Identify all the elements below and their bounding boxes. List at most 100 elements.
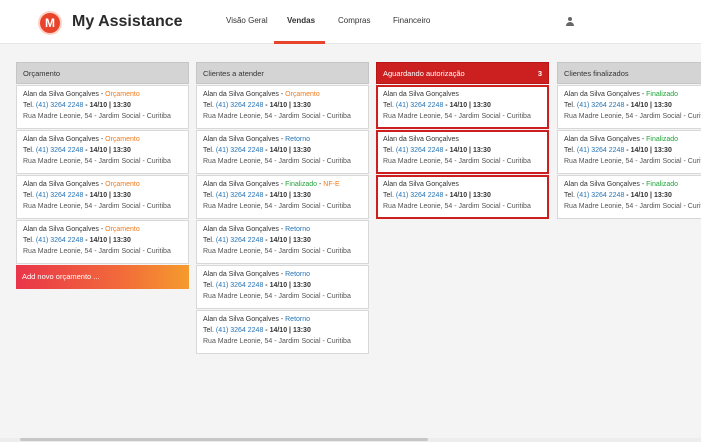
column-header[interactable]: Clientes finalizados <box>557 62 701 84</box>
date-time: - 14/10 | 13:30 <box>85 147 131 154</box>
address: Rua Madre Leonie, 54 - Jardim Social - C… <box>203 203 351 210</box>
client-card[interactable]: Alan da Silva Gonçalves - Orçamento Tel. … <box>16 220 189 264</box>
status-label: Orçamento <box>105 91 140 98</box>
client-card[interactable]: Alan da Silva Gonçalves - Retorno Tel. (4… <box>196 220 369 264</box>
address: Rua Madre Leonie, 54 - Jardim Social - C… <box>23 113 171 120</box>
address: Rua Madre Leonie, 54 - Jardim Social - C… <box>564 113 701 120</box>
phone-number[interactable]: (41) 3264 2248 <box>216 147 263 154</box>
address: Rua Madre Leonie, 54 - Jardim Social - C… <box>383 113 531 120</box>
date-time: - 14/10 | 13:30 <box>85 192 131 199</box>
status-label: Retorno <box>285 226 311 233</box>
nav-visao-geral[interactable]: Visão Geral <box>226 16 268 25</box>
phone-number[interactable]: (41) 3264 2248 <box>577 102 624 109</box>
client-card[interactable]: Alan da Silva Gonçalves - Retorno Tel. (4… <box>196 265 369 309</box>
column-title: Orçamento <box>23 69 61 78</box>
add-orcamento-button[interactable]: Add novo orçamento ... <box>16 265 189 289</box>
phone-number[interactable]: (41) 3264 2248 <box>577 147 624 154</box>
phone-number[interactable]: (41) 3264 2248 <box>396 192 443 199</box>
client-name: Alan da Silva Gonçalves <box>564 136 640 143</box>
client-card[interactable]: Alan da Silva Gonçalves - Retorno Tel. (4… <box>196 310 369 354</box>
column-3: Clientes finalizados Alan da Silva Gonçal… <box>557 62 701 219</box>
client-card[interactable]: Alan da Silva Gonçalves Tel. (41) 3264 22… <box>376 130 549 174</box>
phone-number[interactable]: (41) 3264 2248 <box>216 282 263 289</box>
nav-financeiro[interactable]: Financeiro <box>393 16 430 25</box>
logo-icon[interactable]: M <box>38 11 62 35</box>
client-card[interactable]: Alan da Silva Gonçalves - Retorno Tel. (4… <box>196 130 369 174</box>
address: Rua Madre Leonie, 54 - Jardim Social - C… <box>203 248 351 255</box>
date-time: - 14/10 | 13:30 <box>445 102 491 109</box>
address: Rua Madre Leonie, 54 - Jardim Social - C… <box>203 113 351 120</box>
phone-number[interactable]: (41) 3264 2248 <box>216 192 263 199</box>
tel-label: Tel. <box>23 147 34 154</box>
date-time: - 14/10 | 13:30 <box>265 102 311 109</box>
client-card[interactable]: Alan da Silva Gonçalves - Finalizado Tel.… <box>557 175 701 219</box>
column-2: Aguardando autorização 3 Alan da Silva Gon… <box>376 62 549 219</box>
tel-label: Tel. <box>383 147 394 154</box>
tel-label: Tel. <box>23 237 34 244</box>
phone-number[interactable]: (41) 3264 2248 <box>396 147 443 154</box>
horizontal-scrollbar-thumb[interactable] <box>20 438 428 441</box>
nav-compras[interactable]: Compras <box>338 16 370 25</box>
client-name: Alan da Silva Gonçalves <box>203 271 279 278</box>
phone-number[interactable]: (41) 3264 2248 <box>36 237 83 244</box>
phone-number[interactable]: (41) 3264 2248 <box>36 192 83 199</box>
date-time: - 14/10 | 13:30 <box>445 192 491 199</box>
column-title: Clientes finalizados <box>564 69 629 78</box>
column-title: Aguardando autorização <box>383 69 465 78</box>
column-header[interactable]: Clientes a atender <box>196 62 369 84</box>
client-card[interactable]: Alan da Silva Gonçalves - Finalizado Tel.… <box>557 85 701 129</box>
nav-vendas[interactable]: Vendas <box>287 16 315 25</box>
client-name: Alan da Silva Gonçalves <box>203 316 279 323</box>
address: Rua Madre Leonie, 54 - Jardim Social - C… <box>23 248 171 255</box>
status-label: Orçamento <box>105 181 140 188</box>
phone-number[interactable]: (41) 3264 2248 <box>216 102 263 109</box>
column-count-badge: 3 <box>537 69 542 78</box>
column-title: Clientes a atender <box>203 69 264 78</box>
active-tab-indicator <box>274 41 325 44</box>
phone-number[interactable]: (41) 3264 2248 <box>216 327 263 334</box>
client-name: Alan da Silva Gonçalves <box>23 226 99 233</box>
client-card[interactable]: Alan da Silva Gonçalves Tel. (41) 3264 22… <box>376 175 549 219</box>
client-card[interactable]: Alan da Silva Gonçalves - Orçamento Tel. … <box>16 85 189 129</box>
phone-number[interactable]: (41) 3264 2248 <box>577 192 624 199</box>
client-card[interactable]: Alan da Silva Gonçalves - Orçamento Tel. … <box>196 85 369 129</box>
column-0: Orçamento Alan da Silva Gonçalves - Orçam… <box>16 62 189 289</box>
status-label: Orçamento <box>285 91 320 98</box>
date-time: - 14/10 | 13:30 <box>265 237 311 244</box>
status-label: Finalizado <box>646 136 679 143</box>
client-name: Alan da Silva Gonçalves <box>203 181 279 188</box>
client-card[interactable]: Alan da Silva Gonçalves - Orçamento Tel. … <box>16 130 189 174</box>
client-name: Alan da Silva Gonçalves <box>564 91 640 98</box>
tel-label: Tel. <box>383 102 394 109</box>
client-name: Alan da Silva Gonçalves <box>203 91 279 98</box>
status-label: Retorno <box>285 316 311 323</box>
tel-label: Tel. <box>564 147 575 154</box>
status-label: Finalizado <box>285 181 318 188</box>
client-card[interactable]: Alan da Silva Gonçalves - Orçamento Tel. … <box>16 175 189 219</box>
phone-number[interactable]: (41) 3264 2248 <box>396 102 443 109</box>
date-time: - 14/10 | 13:30 <box>85 237 131 244</box>
client-name: Alan da Silva Gonçalves <box>23 136 99 143</box>
address: Rua Madre Leonie, 54 - Jardim Social - C… <box>564 158 701 165</box>
phone-number[interactable]: (41) 3264 2248 <box>216 237 263 244</box>
status-label: Retorno <box>285 136 311 143</box>
column-header[interactable]: Orçamento <box>16 62 189 84</box>
top-bar: M My Assistance Visão Geral Vendas Compr… <box>0 0 701 44</box>
tel-label: Tel. <box>23 192 34 199</box>
client-card[interactable]: Alan da Silva Gonçalves - Finalizado - N… <box>196 175 369 219</box>
column-header[interactable]: Aguardando autorização 3 <box>376 62 549 84</box>
date-time: - 14/10 | 13:30 <box>265 282 311 289</box>
client-card[interactable]: Alan da Silva Gonçalves - Finalizado Tel.… <box>557 130 701 174</box>
client-card[interactable]: Alan da Silva Gonçalves Tel. (41) 3264 22… <box>376 85 549 129</box>
user-icon[interactable] <box>566 17 574 26</box>
address: Rua Madre Leonie, 54 - Jardim Social - C… <box>383 203 531 210</box>
phone-number[interactable]: (41) 3264 2248 <box>36 147 83 154</box>
tel-label: Tel. <box>203 282 214 289</box>
status-label: Finalizado <box>646 91 679 98</box>
tel-label: Tel. <box>23 102 34 109</box>
phone-number[interactable]: (41) 3264 2248 <box>36 102 83 109</box>
tel-label: Tel. <box>203 102 214 109</box>
column-1: Clientes a atender Alan da Silva Gonçalve… <box>196 62 369 354</box>
client-name: Alan da Silva Gonçalves <box>564 181 640 188</box>
status-label: Orçamento <box>105 226 140 233</box>
